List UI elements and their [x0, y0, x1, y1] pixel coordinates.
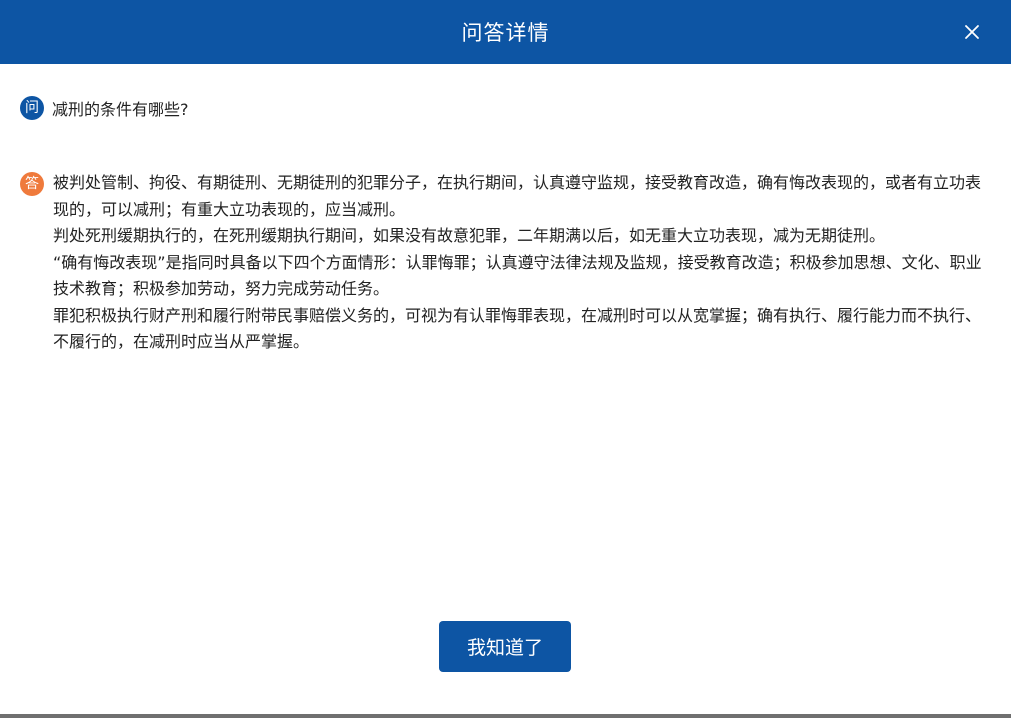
answer-body: 被判处管制、拘役、有期徒刑、无期徒刑的犯罪分子，在执行期间，认真遵守监规，接受教… — [53, 170, 983, 356]
got-it-button[interactable]: 我知道了 — [439, 621, 571, 672]
answer-paragraph: 被判处管制、拘役、有期徒刑、无期徒刑的犯罪分子，在执行期间，认真遵守监规，接受教… — [53, 173, 982, 219]
question-badge: 问 — [20, 96, 44, 120]
answer-paragraph: 罪犯积极执行财产刑和履行附带民事赔偿义务的，可视为有认罪悔罪表现，在减刑时可以从… — [53, 305, 982, 352]
dialog-header: 问答详情 — [0, 0, 1011, 64]
question-row: 问 减刑的条件有哪些? — [20, 96, 189, 120]
answer-row: 答 被判处管制、拘役、有期徒刑、无期徒刑的犯罪分子，在执行期间，认真遵守监规，接… — [20, 170, 985, 356]
dialog-title: 问答详情 — [461, 21, 550, 45]
close-icon — [965, 25, 979, 39]
answer-badge: 答 — [20, 172, 44, 196]
answer-paragraph: “确有悔改表现”是指同时具备以下四个方面情形：认罪悔罪；认真遵守法律法规及监规，… — [53, 252, 982, 299]
qa-detail-dialog: 问答详情 问 减刑的条件有哪些? 答 被判处管制、拘役、有期徒刑、无期徒刑的犯罪… — [0, 0, 1011, 718]
question-text: 减刑的条件有哪些? — [52, 100, 189, 119]
answer-paragraph: 判处死刑缓期执行的，在死刑缓期执行期间，如果没有故意犯罪，二年期满以后，如无重大… — [53, 226, 886, 245]
close-button[interactable] — [961, 21, 983, 43]
